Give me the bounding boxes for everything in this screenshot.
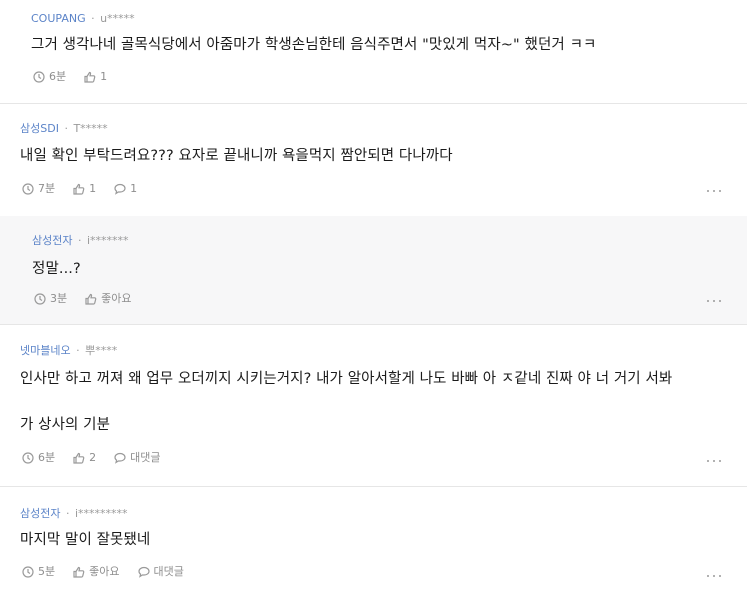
thumbs-up-icon xyxy=(73,566,85,578)
comment-item: 삼성전자 · i********* 마지막 말이 잘못됐네 5분 좋아요 대댓글 xyxy=(0,487,747,600)
timestamp: 3분 xyxy=(34,292,67,306)
time-label: 6분 xyxy=(49,70,67,83)
timestamp: 6분 xyxy=(22,451,55,465)
comment-actions: 7분 1 1 xyxy=(22,182,155,196)
company-name[interactable]: COUPANG xyxy=(31,12,86,25)
speech-bubble-icon xyxy=(137,566,150,578)
comment-actions: 5분 좋아요 대댓글 xyxy=(22,565,202,579)
comment-item: COUPANG · u***** 그거 생각나네 골목식당에서 아줌마가 학생손… xyxy=(0,0,747,103)
more-options-icon[interactable] xyxy=(707,188,721,194)
reply-button[interactable]: 1 xyxy=(114,182,137,196)
timestamp: 7분 xyxy=(22,182,55,196)
company-name[interactable]: 삼성SDI xyxy=(20,122,59,135)
time-label: 6분 xyxy=(38,451,56,464)
comment-actions: 6분 2 대댓글 xyxy=(22,451,179,465)
comment-author: 삼성전자 · i********* xyxy=(20,507,128,521)
speech-bubble-icon xyxy=(114,452,126,464)
reply-button[interactable]: 대댓글 xyxy=(137,565,184,579)
reply-item: 삼성전자 · i******* 정말...? 3분 좋아요 xyxy=(0,216,747,324)
username: u***** xyxy=(100,12,135,25)
like-button[interactable]: 2 xyxy=(73,451,96,465)
clock-icon xyxy=(22,452,34,464)
more-options-icon[interactable] xyxy=(707,573,721,579)
timestamp: 6분 xyxy=(33,70,66,84)
comment-author: 넷마블네오 · 뿌**** xyxy=(20,344,117,358)
comment-text: 정말...? xyxy=(32,261,81,277)
company-name[interactable]: 넷마블네오 xyxy=(20,344,71,357)
clock-icon xyxy=(22,183,34,195)
more-options-icon[interactable] xyxy=(707,458,721,464)
like-label: 좋아요 xyxy=(101,292,132,305)
meta-separator: · xyxy=(65,507,70,520)
comment-actions: 3분 좋아요 xyxy=(34,292,150,306)
clock-icon xyxy=(33,71,45,83)
comment-actions: 6분 1 xyxy=(33,70,125,84)
thumbs-up-icon xyxy=(85,293,97,305)
comment-item: 삼성SDI · T***** 내일 확인 부탁드려요??? 요자로 끝내니까 욕… xyxy=(0,104,747,215)
reply-count: 1 xyxy=(130,182,138,195)
username: 뿌**** xyxy=(85,344,118,357)
comment-text: 내일 확인 부탁드려요??? 요자로 끝내니까 욕을먹지 짬안되면 다나까다 xyxy=(20,148,453,164)
comment-author: 삼성SDI · T***** xyxy=(20,122,108,136)
like-button[interactable]: 좋아요 xyxy=(73,565,120,579)
time-label: 7분 xyxy=(38,182,56,195)
like-count: 1 xyxy=(89,182,97,195)
like-button[interactable]: 1 xyxy=(84,70,107,84)
clock-icon xyxy=(22,566,34,578)
like-button[interactable]: 좋아요 xyxy=(85,292,132,306)
username: T***** xyxy=(73,122,108,135)
meta-separator: · xyxy=(76,344,80,357)
time-label: 3분 xyxy=(50,292,68,305)
like-label: 좋아요 xyxy=(89,565,120,578)
comment-text-line: 가 상사의 기분 xyxy=(20,417,111,433)
company-name[interactable]: 삼성전자 xyxy=(32,234,72,247)
time-label: 5분 xyxy=(38,565,56,578)
meta-separator: · xyxy=(64,122,68,135)
comment-item: 넷마블네오 · 뿌**** 인사만 하고 꺼져 왜 업무 오더끼지 시키는거지?… xyxy=(0,325,747,486)
username: i******* xyxy=(86,234,129,247)
username: i********* xyxy=(74,507,128,520)
comment-text: 그거 생각나네 골목식당에서 아줌마가 학생손님한테 음식주면서 "맛있게 먹자… xyxy=(31,37,597,53)
company-name[interactable]: 삼성전자 xyxy=(20,507,60,520)
meta-separator: · xyxy=(77,234,82,247)
comment-author: 삼성전자 · i******* xyxy=(32,234,129,248)
like-button[interactable]: 1 xyxy=(73,182,96,196)
thumbs-up-icon xyxy=(73,183,85,195)
like-count: 2 xyxy=(89,451,97,464)
meta-separator: · xyxy=(91,12,95,25)
like-count: 1 xyxy=(100,70,108,83)
timestamp: 5분 xyxy=(22,565,55,579)
comment-text-line: 인사만 하고 꺼져 왜 업무 오더끼지 시키는거지? 내가 알아서할게 나도 바… xyxy=(20,371,673,387)
more-options-icon[interactable] xyxy=(707,298,721,304)
speech-bubble-icon xyxy=(114,183,126,195)
thumbs-up-icon xyxy=(73,452,85,464)
clock-icon xyxy=(34,293,46,305)
reply-button[interactable]: 대댓글 xyxy=(114,451,161,465)
thumbs-up-icon xyxy=(84,71,96,83)
reply-label: 대댓글 xyxy=(130,451,161,464)
comment-text: 마지막 말이 잘못됐네 xyxy=(20,532,151,548)
reply-label: 대댓글 xyxy=(153,565,184,578)
comment-author: COUPANG · u***** xyxy=(31,12,135,26)
